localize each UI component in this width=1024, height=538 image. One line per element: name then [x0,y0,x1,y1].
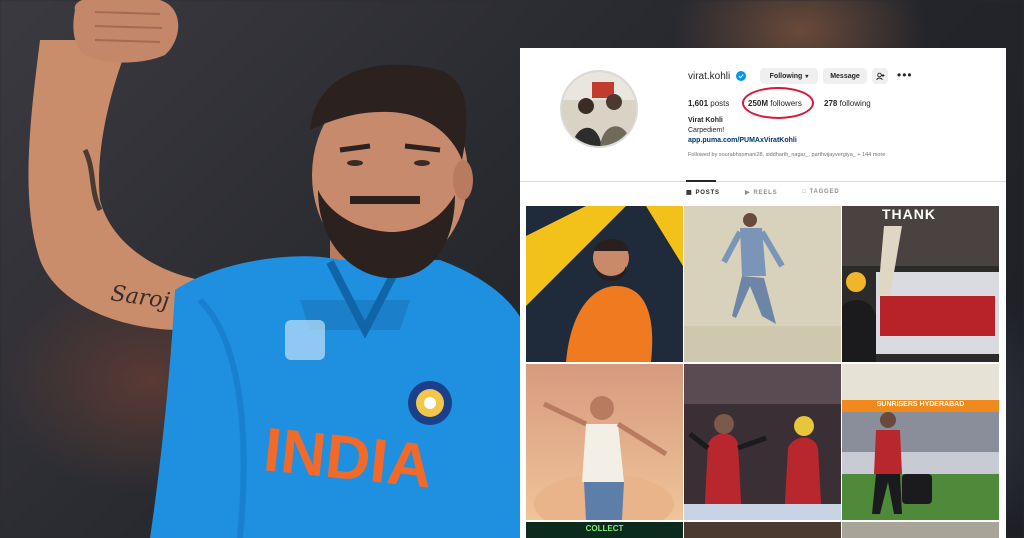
post-tile[interactable] [526,206,683,362]
bio-link[interactable]: app.puma.com/PUMAxViratKohli [688,137,797,144]
post-tile[interactable] [526,364,683,520]
following-button[interactable]: Following ▾ [760,68,818,84]
message-button[interactable]: Message [823,68,867,84]
following-stat[interactable]: 278 following [824,99,871,108]
bio-name: Virat Kohli [688,117,723,124]
following-label: following [839,99,871,108]
following-button-label: Following [769,72,803,80]
tabs-divider [520,181,1006,182]
posts-stat: 1,601 posts [688,99,729,108]
post-tile[interactable] [684,206,841,362]
tile-thank-text: THANK [882,206,936,222]
post-tile[interactable] [684,522,841,538]
post-tile[interactable]: THANK [842,206,999,362]
followed-by-text[interactable]: Followed by sourabhsomani28, siddharth_n… [688,152,885,158]
grid-icon: ▦ [686,190,693,196]
tab-posts-label: POSTS [695,189,720,196]
post-tile[interactable]: SUNRISERS HYDERABAD [842,364,999,520]
profile-header: virat.kohli Following ▾ Message ••• 1,60… [520,48,1006,223]
tile-sunrisers-text: SUNRISERS HYDERABAD [876,401,965,408]
verified-badge-icon [736,71,746,81]
posts-label: posts [710,99,730,108]
followers-highlight-circle [742,87,814,119]
profile-username: virat.kohli [688,71,731,82]
tab-tagged-label: TAGGED [809,189,840,195]
post-tile[interactable] [842,522,999,538]
post-tile[interactable]: COLLECT [526,522,683,538]
tile-collect-text: COLLECT [585,524,624,533]
message-button-label: Message [830,72,860,80]
tab-reels-label: REELS [753,189,778,196]
post-tile[interactable] [684,364,841,520]
player-photo: INDIA Saroj [28,0,530,538]
reels-icon: ▶ [745,190,751,196]
posts-count: 1,601 [688,99,709,108]
bio-tagline: Carpediem! [688,127,725,134]
add-user-icon [875,72,884,80]
profile-avatar[interactable] [560,70,638,148]
add-user-button[interactable] [872,68,888,84]
active-tab-indicator [686,180,716,182]
tag-icon: □ [802,189,807,195]
tab-reels[interactable]: ▶ REELS [745,189,778,197]
tab-posts[interactable]: ▦ POSTS [686,189,720,197]
following-count: 278 [824,99,838,108]
tab-tagged[interactable]: □ TAGGED [802,189,839,195]
instagram-profile-card: virat.kohli Following ▾ Message ••• 1,60… [520,48,1006,538]
more-options-icon[interactable]: ••• [897,69,913,81]
chevron-down-icon: ▾ [805,73,809,80]
